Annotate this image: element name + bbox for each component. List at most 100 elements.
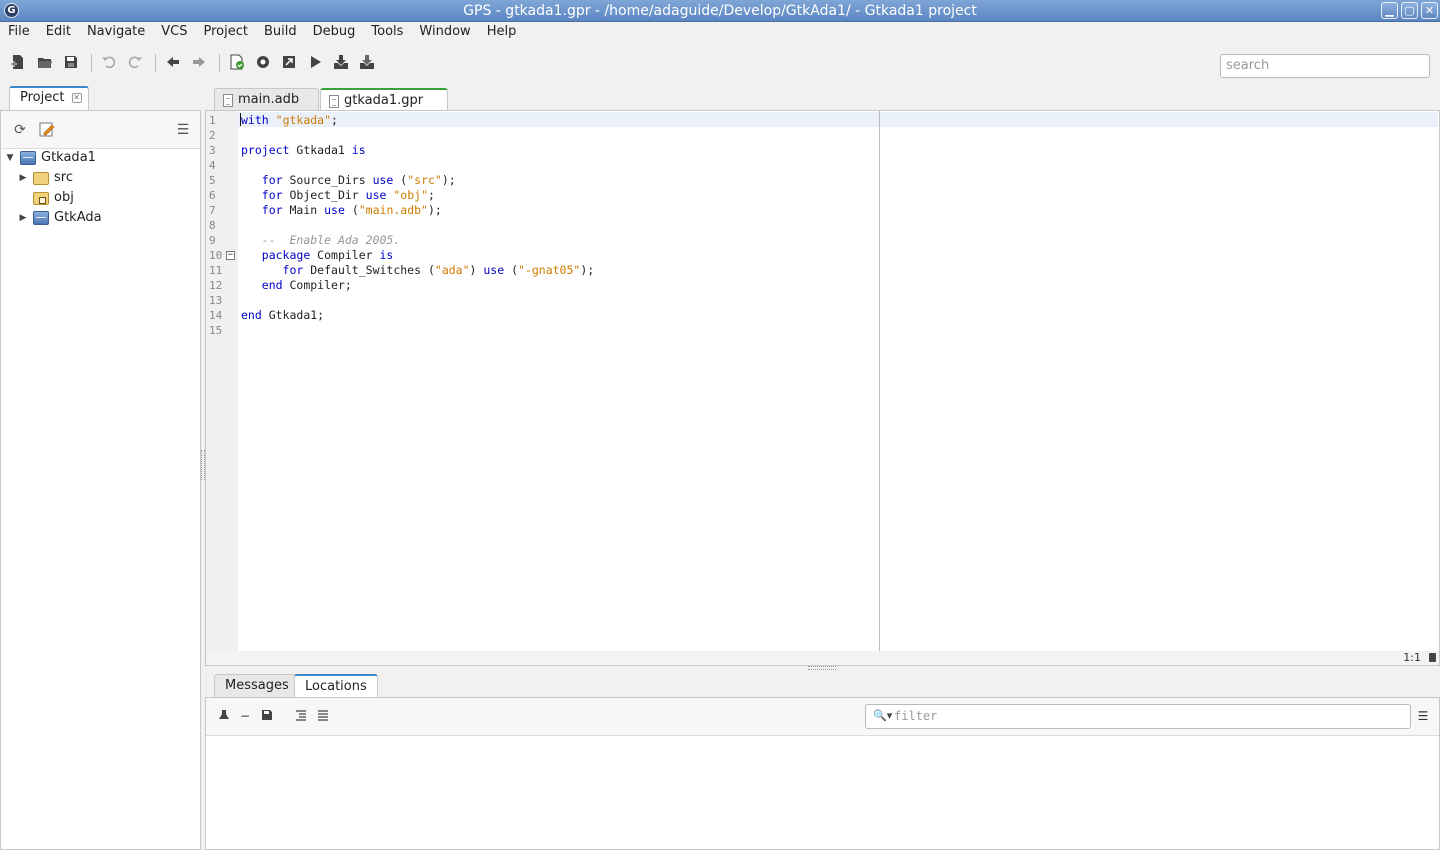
menu-icon[interactable]: ☰ [174, 121, 192, 139]
clear-icon[interactable] [217, 709, 231, 723]
tab-gtkada1-gpr[interactable]: gtkada1.gpr [320, 88, 448, 112]
menu-icon[interactable]: ☰ [1416, 709, 1430, 723]
project-tab-bar: Project ✕ [0, 84, 201, 110]
menu-help[interactable]: Help [479, 22, 525, 42]
horizontal-splitter-handle[interactable] [808, 666, 836, 670]
window-controls: ▁ ▢ ✕ [1381, 2, 1438, 19]
gps-app-icon[interactable]: G [4, 3, 19, 18]
text-cursor [240, 113, 241, 126]
editor-status-bar: 1:1 [206, 651, 1439, 665]
code-editor[interactable]: 1 with "gtkada"; 2 3 project Gtkada1 is 4 5 fo… [205, 110, 1440, 666]
save-icon[interactable] [260, 709, 274, 723]
close-icon[interactable]: ✕ [1421, 2, 1438, 19]
expand-all-icon[interactable] [294, 709, 308, 723]
new-file-icon[interactable] [8, 52, 28, 72]
filter-input[interactable]: 🔍▾ filter [865, 704, 1411, 729]
line-number: 6 [209, 189, 216, 202]
code-text: end Compiler; [261, 278, 352, 292]
code-line[interactable]: 9 -- Enable Ada 2005. [206, 233, 1439, 248]
window-title: GPS - gtkada1.gpr - /home/adaguide/Devel… [463, 3, 977, 19]
locations-toolbar: − 🔍▾ filter ☰ [206, 698, 1439, 736]
line-number: 9 [209, 234, 216, 247]
tree-item-src[interactable]: ▶ src [18, 168, 73, 188]
build-check-icon[interactable] [227, 52, 247, 72]
undo-icon[interactable] [99, 52, 119, 72]
collapse-arrow-icon[interactable]: ▶ [18, 168, 28, 188]
compile-icon[interactable] [253, 52, 273, 72]
code-line[interactable]: 2 [206, 128, 1439, 143]
filter-placeholder: filter [894, 709, 938, 723]
code-line[interactable]: 14 end Gtkada1; [206, 308, 1439, 323]
tree-item-gtkada[interactable]: ▶ GtkAda [18, 208, 102, 228]
search-icon: 🔍▾ [873, 709, 893, 722]
download-icon[interactable] [331, 52, 351, 72]
main-toolbar: search [0, 44, 1440, 80]
menu-project[interactable]: Project [196, 22, 256, 42]
forward-arrow-icon[interactable] [189, 52, 209, 72]
collapse-arrow-icon[interactable]: ▶ [18, 208, 28, 228]
expand-arrow-icon[interactable]: ▼ [5, 148, 15, 168]
tab-messages[interactable]: Messages [214, 674, 300, 697]
line-number: 11 [209, 264, 223, 277]
build-all-icon[interactable] [279, 52, 299, 72]
lock-icon[interactable] [1429, 653, 1436, 662]
menu-navigate[interactable]: Navigate [79, 22, 153, 42]
locations-panel: − 🔍▾ filter ☰ [205, 697, 1440, 850]
tree-item-label: obj [54, 190, 74, 205]
redo-icon[interactable] [125, 52, 145, 72]
run-icon[interactable] [305, 52, 325, 72]
close-tab-icon[interactable]: ✕ [71, 92, 82, 103]
code-line[interactable]: 1 with "gtkada"; [206, 113, 1439, 128]
minimize-icon[interactable]: ▁ [1381, 2, 1398, 19]
menu-build[interactable]: Build [256, 22, 305, 42]
save-icon[interactable] [61, 52, 81, 72]
toolbar-separator [155, 54, 156, 72]
menu-debug[interactable]: Debug [305, 22, 364, 42]
code-line[interactable]: 11 for Default_Switches ("ada") use ("-g… [206, 263, 1439, 278]
document-icon [223, 93, 233, 107]
tab-label: main.adb [238, 92, 300, 107]
tab-main-adb[interactable]: main.adb [214, 88, 319, 111]
line-number: 5 [209, 174, 216, 187]
line-number: 7 [209, 204, 216, 217]
code-line[interactable]: 4 [206, 158, 1439, 173]
remove-icon[interactable]: − [238, 709, 252, 723]
code-line[interactable]: 8 [206, 218, 1439, 233]
project-icon [33, 211, 49, 225]
menu-vcs[interactable]: VCS [153, 22, 195, 42]
toolbar-separator [219, 54, 220, 72]
code-line[interactable]: 13 [206, 293, 1439, 308]
code-line[interactable]: 10− package Compiler is [206, 248, 1439, 263]
open-folder-icon[interactable] [35, 52, 55, 72]
code-line[interactable]: 12 end Compiler; [206, 278, 1439, 293]
code-text: -- Enable Ada 2005. [261, 233, 401, 247]
menu-tools[interactable]: Tools [363, 22, 411, 42]
code-line[interactable]: 3 project Gtkada1 is [206, 143, 1439, 158]
tree-item-gtkada1[interactable]: ▼ Gtkada1 [5, 148, 96, 168]
code-line[interactable]: 15 [206, 323, 1439, 338]
tab-locations[interactable]: Locations [294, 674, 378, 697]
line-number: 14 [209, 309, 223, 322]
line-number: 1 [209, 114, 216, 127]
locked-folder-icon [33, 191, 49, 205]
window-title-bar: G GPS - gtkada1.gpr - /home/adaguide/Dev… [0, 0, 1440, 22]
maximize-icon[interactable]: ▢ [1401, 2, 1418, 19]
tab-project[interactable]: Project ✕ [9, 86, 89, 110]
search-input[interactable]: search [1220, 54, 1430, 78]
fold-toggle-icon[interactable]: − [226, 251, 235, 260]
tree-item-obj[interactable]: obj [33, 188, 74, 208]
edit-project-icon[interactable] [38, 121, 56, 139]
code-line[interactable]: 5 for Source_Dirs use ("src"); [206, 173, 1439, 188]
code-text: for Source_Dirs use ("src"); [261, 173, 456, 187]
menu-edit[interactable]: Edit [38, 22, 79, 42]
back-arrow-icon[interactable] [163, 52, 183, 72]
install-icon[interactable] [357, 52, 377, 72]
menu-bar: File Edit Navigate VCS Project Build Deb… [0, 22, 1440, 42]
refresh-icon[interactable]: ⟳ [11, 121, 29, 139]
code-line[interactable]: 7 for Main use ("main.adb"); [206, 203, 1439, 218]
menu-file[interactable]: File [0, 22, 38, 42]
code-line[interactable]: 6 for Object_Dir use "obj"; [206, 188, 1439, 203]
collapse-all-icon[interactable] [316, 709, 330, 723]
line-number: 8 [209, 219, 216, 232]
menu-window[interactable]: Window [411, 22, 478, 42]
